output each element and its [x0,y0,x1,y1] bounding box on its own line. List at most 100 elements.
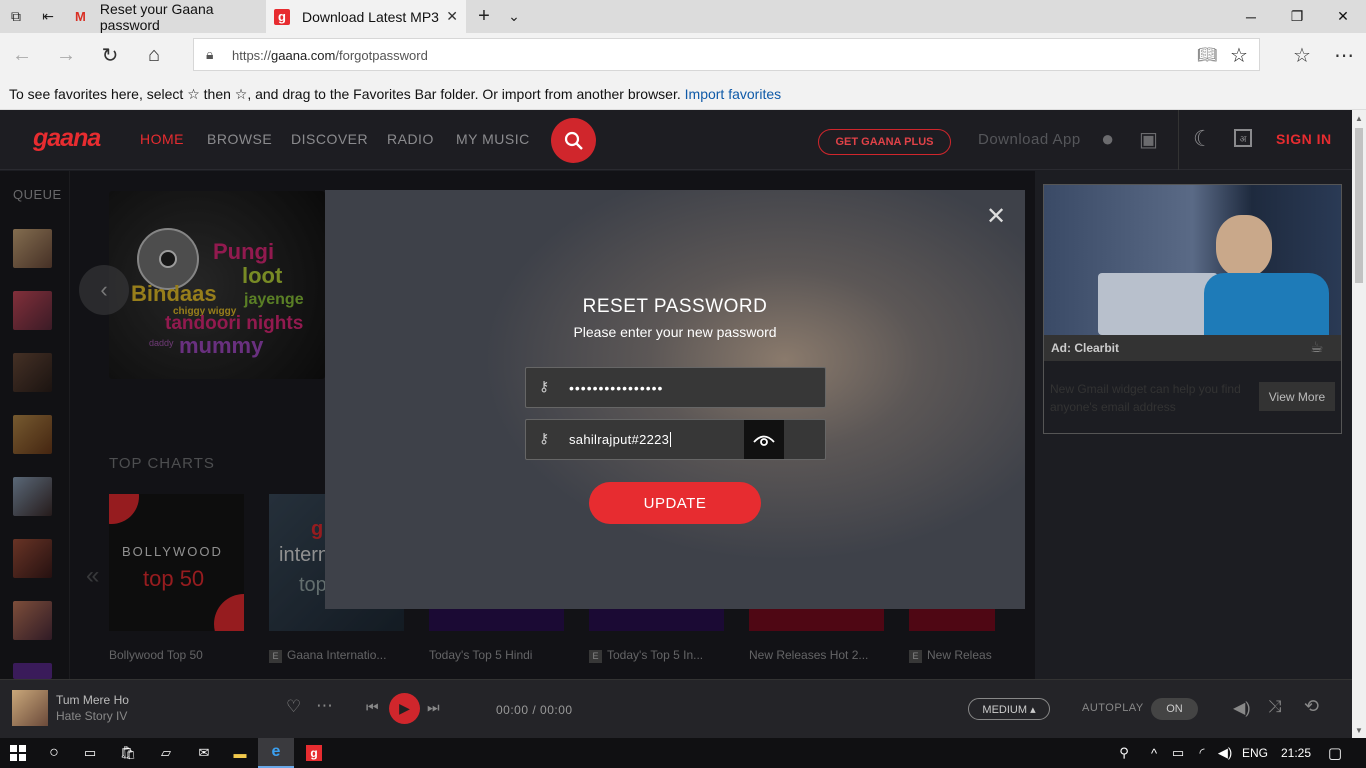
scroll-down-icon[interactable]: ▼ [1355,726,1363,735]
action-center-icon[interactable]: ▢ [1320,738,1350,768]
ad-text: New Gmail widget can help you find anyon… [1050,382,1241,414]
next-track-icon[interactable]: ⏭︎ [427,699,440,716]
update-button[interactable]: UPDATE [589,482,761,524]
new-password-value: •••••••••••••••• [569,380,664,396]
people-icon[interactable]: ⚲ [1114,738,1134,768]
nav-browse[interactable]: BROWSE [207,131,272,147]
tab-gmail[interactable]: M Reset your Gaana password [65,0,265,33]
reading-view-icon[interactable]: 📖︎ [1197,45,1217,65]
url-field[interactable]: 🔒︎ https://gaana.com/forgotpassword 📖︎ ☆ [193,38,1260,71]
new-tab-icon[interactable]: + [468,0,500,33]
add-favorite-star-icon[interactable]: ☆ [1230,43,1248,68]
key-icon: ⚷ [539,378,550,394]
scroll-up-icon[interactable]: ▲ [1355,114,1363,123]
ad-panel[interactable]: Ad: Clearbit ☕︎ New Gmail widget can hel… [1043,184,1342,434]
apple-icon[interactable]: ● [1101,126,1114,152]
nav-radio[interactable]: RADIO [387,131,434,147]
task-view-icon[interactable]: ▭ [72,738,108,768]
playback-time: 00:00 / 00:00 [496,703,573,717]
ad-label: Ad: Clearbit [1051,341,1120,355]
tab-title: Reset your Gaana password [99,0,214,33]
url-text: https://gaana.com/forgotpassword [232,48,428,63]
wifi-icon[interactable]: ◜ [1192,738,1212,768]
store-icon[interactable]: 🛍︎ [110,738,146,768]
clock[interactable]: 21:25 [1276,738,1316,768]
get-gaana-plus-button[interactable]: GET GAANA PLUS [818,129,951,155]
windows-logo-icon [10,745,26,761]
windows-taskbar: ○ ▭ 🛍︎ ▱ ✉ ▬ e g ⚲ ^ ▭ ◜ ◀) ENG 21:25 ▢ [0,738,1366,768]
close-modal-icon[interactable]: ✕ [986,202,1006,231]
play-button[interactable]: ▶ [389,693,420,724]
autoplay-label: AUTOPLAY [1082,702,1144,714]
browser-tab-bar: ⧉ ⇤ M Reset your Gaana password g Downlo… [0,0,1366,33]
more-options-icon[interactable]: ⋯ [316,696,333,716]
ad-person-shirt [1204,273,1329,335]
speaker-icon[interactable]: ◀) [1215,738,1235,768]
night-mode-moon-icon[interactable]: ☾ [1193,126,1213,152]
new-password-field[interactable]: ⚷ •••••••••••••••• [525,367,826,408]
ad-brand-icon: ☕︎ [1310,339,1324,356]
set-tabs-aside-icon[interactable]: ⇤ [32,0,64,33]
tab-list-chevron-icon[interactable]: ⌄ [498,0,530,33]
gaana-taskbar-icon[interactable]: g [296,738,332,768]
track-title[interactable]: Tum Mere Ho [56,693,129,707]
edge-icon[interactable]: e [258,738,294,768]
forward-icon[interactable]: → [51,41,81,69]
quality-selector[interactable]: MEDIUM ▴ [968,698,1050,720]
page-scrollbar[interactable]: ▲ ▼ [1352,110,1366,738]
nav-home[interactable]: HOME [140,131,184,147]
shuffle-icon[interactable]: ⤨ [1268,697,1282,717]
lock-icon: 🔒︎ [206,46,214,62]
autoplay-toggle[interactable]: ON [1151,698,1198,720]
url-host: gaana.com [271,48,336,63]
show-hidden-icons[interactable]: ^ [1144,738,1164,768]
heart-icon[interactable]: ♡ [286,697,301,717]
favorites-bar: To see favorites here, select ☆ then ☆, … [0,77,1366,110]
cortana-icon[interactable]: ○ [36,738,72,768]
close-tab-icon[interactable]: ✕ [446,8,458,25]
ad-view-more-button[interactable]: View More [1259,382,1335,411]
tab-preview-icon[interactable]: ⧉ [0,0,32,33]
show-password-toggle[interactable] [744,420,784,459]
gaana-logo-icon: g [306,745,322,761]
minimize-icon[interactable]: ─ [1228,0,1274,33]
gmail-icon: M [75,9,86,24]
reset-password-modal: ✕ RESET PASSWORD Please enter your new p… [325,190,1025,609]
now-playing-thumb[interactable] [12,690,48,726]
search-icon [564,131,583,150]
windows-start-icon[interactable] [0,738,36,768]
language-indicator[interactable]: ENG [1240,738,1270,768]
file-explorer-icon[interactable]: ▬ [222,738,258,768]
ad-person-head [1216,215,1272,277]
search-button[interactable] [551,118,596,163]
repeat-icon[interactable]: ⟲ [1304,696,1319,717]
track-album[interactable]: Hate Story IV [56,709,127,723]
nav-my-music[interactable]: MY MUSIC [456,131,530,147]
import-favorites-link[interactable]: Import favorites [685,86,781,102]
back-icon[interactable]: ← [7,41,37,69]
nav-discover[interactable]: DISCOVER [291,131,368,147]
battery-icon[interactable]: ▭ [1168,738,1188,768]
language-icon[interactable]: अ [1234,129,1252,147]
refresh-icon[interactable]: ↻ [95,41,125,69]
player-bar: Tum Mere Ho Hate Story IV ♡ ⋯ ⏮︎ ▶ ⏭︎ 00… [0,679,1352,738]
header-divider [1178,110,1179,170]
scroll-thumb[interactable] [1355,128,1363,283]
gaana-logo[interactable]: gaana [33,124,101,153]
download-app-label: Download App [978,131,1081,148]
tab-gaana[interactable]: g Download Latest MP3 S ✕ [266,0,466,33]
home-icon[interactable]: ⌂ [139,41,169,69]
drive-icon[interactable]: ▱ [148,738,184,768]
close-window-icon[interactable]: ✕ [1320,0,1366,33]
android-icon[interactable]: ▣ [1139,127,1158,152]
favorites-hub-icon[interactable]: ☆ [1287,41,1317,69]
eye-icon [753,435,775,446]
confirm-password-field[interactable]: ⚷ sahilrajput#2223 [525,419,826,460]
more-menu-icon[interactable]: ⋯ [1329,41,1359,69]
url-prefix: https:// [232,48,272,63]
mail-icon[interactable]: ✉ [186,738,222,768]
volume-icon[interactable]: ◀) [1233,698,1251,718]
sign-in-link[interactable]: SIGN IN [1276,131,1332,147]
restore-icon[interactable]: ❐ [1274,0,1320,33]
previous-track-icon[interactable]: ⏮︎ [366,699,379,716]
